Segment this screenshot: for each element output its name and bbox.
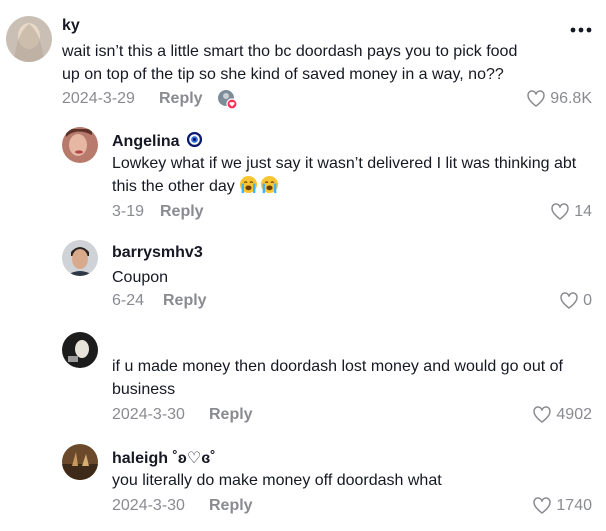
heart-outline-icon xyxy=(551,203,569,220)
comment-item: haleigh ˚ʚ♡ɞ˚ you literally do make mone… xyxy=(0,435,606,531)
comment-item: if u made money then doordash lost money… xyxy=(0,325,606,435)
avatar[interactable] xyxy=(62,444,98,480)
like-count: 96.8K xyxy=(550,90,592,107)
reply-button[interactable]: Reply xyxy=(209,406,253,424)
verified-badge-icon xyxy=(186,131,203,148)
avatar[interactable] xyxy=(62,240,98,276)
comment-item: Angelina Lowkey what if we just say it w… xyxy=(0,120,606,225)
comment-username[interactable]: barrysmhv3 xyxy=(112,244,203,262)
avatar[interactable] xyxy=(62,127,98,163)
like-count: 1740 xyxy=(556,497,592,514)
like-count: 0 xyxy=(583,292,592,309)
comment-text: Coupon xyxy=(112,269,169,286)
heart-outline-icon xyxy=(533,497,552,514)
comment-date: 2024-3-30 xyxy=(112,406,185,423)
like-count: 4902 xyxy=(556,406,592,423)
like-button[interactable]: 96.8K xyxy=(526,89,592,109)
reply-button[interactable]: Reply xyxy=(160,203,204,221)
creator-liked-icon xyxy=(217,89,238,110)
comment-username[interactable]: ky xyxy=(62,17,80,35)
comment-date: 3-19 xyxy=(112,203,145,220)
comment-item: ky wait isn’t this a little smart tho bc… xyxy=(0,0,606,120)
loudly-crying-face-icon xyxy=(261,175,279,194)
comment-item: barrysmhv3 Coupon 6-24 Reply 0 xyxy=(0,225,606,325)
comment-date: 2024-3-29 xyxy=(62,90,135,107)
like-button[interactable]: 14 xyxy=(550,202,592,222)
heart-outline-icon xyxy=(560,292,578,309)
comment-date: 6-24 xyxy=(112,292,145,309)
reply-button[interactable]: Reply xyxy=(163,292,207,310)
heart-outline-icon xyxy=(527,90,545,107)
comment-username[interactable]: haleigh ˚ʚ♡ɞ˚ xyxy=(112,448,216,468)
comment-text-body: Lowkey what if we just say it wasn’t del… xyxy=(112,155,577,195)
comment-text: Lowkey what if we just say it wasn’t del… xyxy=(112,152,590,198)
reply-button[interactable]: Reply xyxy=(159,90,203,108)
like-button[interactable]: 1740 xyxy=(532,496,592,516)
like-button[interactable]: 0 xyxy=(559,291,592,311)
comment-text: if u made money then doordash lost money… xyxy=(112,358,563,398)
comment-username[interactable]: Angelina xyxy=(112,131,203,151)
loudly-crying-face-icon xyxy=(240,175,258,194)
comment-text: wait isn’t this a little smart tho bc do… xyxy=(62,43,518,83)
heart-outline-icon xyxy=(533,406,552,423)
comment-date: 2024-3-30 xyxy=(112,497,185,514)
like-count: 14 xyxy=(574,203,592,220)
username-text: Angelina xyxy=(112,133,180,150)
comment-text: you literally do make money off doordash… xyxy=(112,472,442,489)
like-button[interactable]: 4902 xyxy=(532,405,592,425)
reply-button[interactable]: Reply xyxy=(209,497,253,515)
avatar[interactable] xyxy=(62,332,98,368)
avatar[interactable] xyxy=(6,16,52,62)
more-options-icon[interactable] xyxy=(570,20,592,38)
